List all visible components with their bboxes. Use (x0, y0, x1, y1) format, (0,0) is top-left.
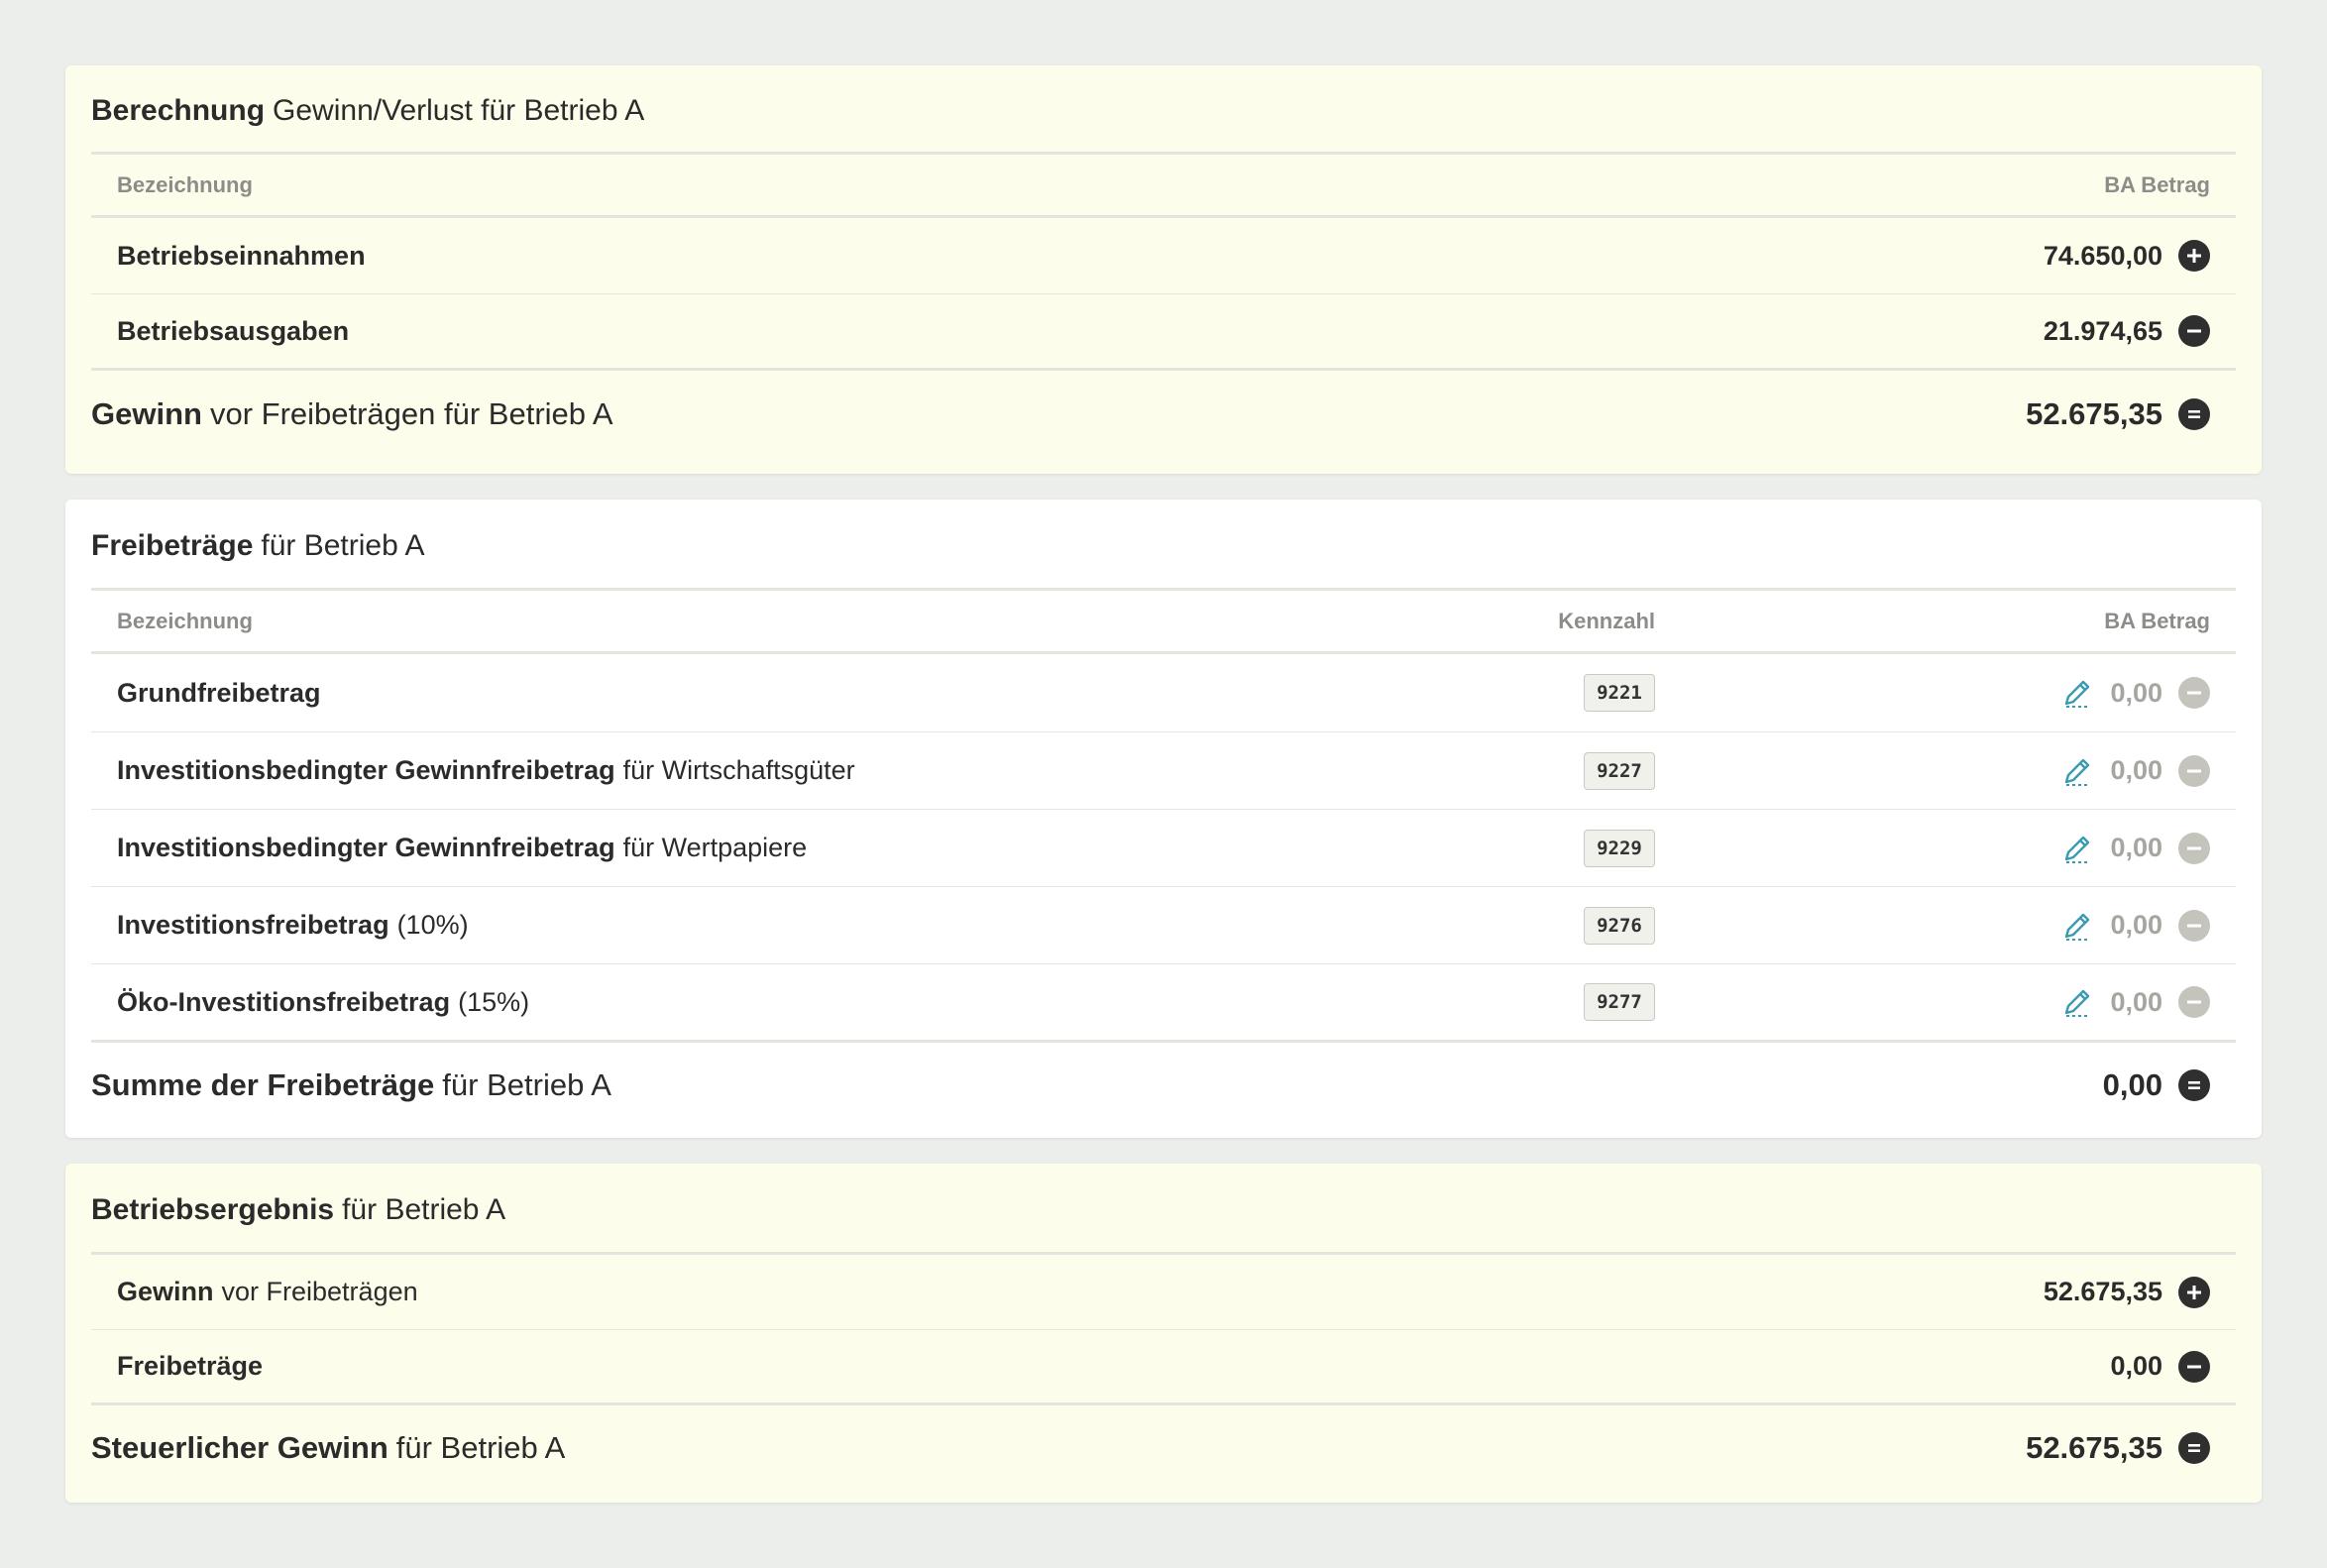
table-row: Investitionsfreibetrag (10%) 9276 0,00 (91, 887, 2236, 964)
sum-row: Gewinn vor Freibeträgen für Betrieb A 52… (91, 371, 2236, 458)
sum-row: Steuerlicher Gewinn für Betrieb A 52.675… (91, 1405, 2236, 1491)
minus-icon (2178, 754, 2210, 787)
row-amount: 0,00 (2110, 833, 2162, 862)
title-rest: für Betrieb A (342, 1192, 506, 1226)
calculation-card: Berechnung Gewinn/Verlust für Betrieb A … (65, 65, 2262, 474)
card-title: Betriebsergebnis für Betrieb A (91, 1164, 2236, 1255)
row-label-rest: (10%) (396, 910, 469, 940)
row-label-bold: Investitionsbedingter Gewinnfreibetrag (117, 755, 615, 785)
row-amount: 0,00 (2110, 677, 2162, 708)
title-rest: Gewinn/Verlust für Betrieb A (273, 93, 645, 127)
row-label-rest: für Wertpapiere (622, 833, 808, 862)
sum-label-rest: vor Freibeträgen für Betrieb A (209, 396, 613, 431)
row-label-rest: (15%) (458, 986, 530, 1017)
edit-pencil-icon[interactable] (2060, 832, 2094, 865)
plus-icon (2178, 240, 2210, 272)
table-row: Grundfreibetrag 9221 0,00 (91, 654, 2236, 732)
plus-icon (2178, 1276, 2210, 1308)
table-header: Bezeichnung BA Betrag (91, 155, 2236, 218)
kennzahl-badge: 9221 (1584, 674, 1655, 712)
minus-icon (2178, 677, 2210, 709)
row-amount: 74.650,00 (2043, 240, 2162, 271)
sum-row: Summe der Freibeträge für Betrieb A 0,00 (91, 1043, 2236, 1128)
kennzahl-badge: 9227 (1584, 751, 1655, 790)
row-label-bold: Grundfreibetrag (117, 677, 321, 708)
sum-amount: 52.675,35 (2026, 396, 2162, 431)
equals-icon (2178, 398, 2210, 430)
sum-amount: 52.675,35 (2026, 1430, 2162, 1465)
card-title: Freibeträge für Betrieb A (91, 500, 2236, 591)
minus-icon (2178, 909, 2210, 942)
kennzahl-badge: 9277 (1584, 983, 1655, 1021)
title-rest: für Betrieb A (261, 528, 425, 562)
minus-icon (2178, 986, 2210, 1018)
table-row: Investitionsbedingter Gewinnfreibetrag f… (91, 810, 2236, 887)
equals-icon (2178, 1069, 2210, 1101)
row-amount: 0,00 (2110, 910, 2162, 940)
sum-label-rest: für Betrieb A (395, 1430, 566, 1465)
edit-pencil-icon[interactable] (2060, 676, 2094, 710)
row-label-bold: Öko-Investitionsfreibetrag (117, 986, 451, 1017)
card-title: Berechnung Gewinn/Verlust für Betrieb A (91, 65, 2236, 155)
row-label: Betriebsausgaben (117, 315, 350, 346)
row-amount: 0,00 (2110, 1351, 2162, 1381)
kennzahl-badge: 9229 (1584, 829, 1655, 867)
result-card: Betriebsergebnis für Betrieb A Gewinn vo… (65, 1164, 2262, 1503)
title-bold: Freibeträge (91, 528, 254, 562)
row-amount: 52.675,35 (2043, 1277, 2162, 1306)
minus-icon (2178, 315, 2210, 347)
row-label: Betriebseinnahmen (117, 240, 366, 271)
row-label-bold: Gewinn (117, 1277, 214, 1306)
row-label-bold: Investitionsfreibetrag (117, 910, 389, 940)
sum-label-bold: Summe der Freibeträge (91, 1067, 435, 1102)
title-bold: Berechnung (91, 93, 266, 127)
table-row: Gewinn vor Freibeträgen 52.675,35 (91, 1255, 2236, 1330)
title-bold: Betriebsergebnis (91, 1192, 335, 1226)
edit-pencil-icon[interactable] (2060, 754, 2094, 788)
table-row: Betriebsausgaben 21.974,65 (91, 294, 2236, 371)
row-amount: 0,00 (2110, 986, 2162, 1017)
column-header-name: Bezeichnung (117, 608, 253, 633)
column-header-kennzahl: Kennzahl (1558, 608, 1655, 633)
sum-amount: 0,00 (2102, 1067, 2162, 1102)
edit-pencil-icon[interactable] (2060, 909, 2094, 943)
table-row: Investitionsbedingter Gewinnfreibetrag f… (91, 732, 2236, 810)
minus-icon (2178, 832, 2210, 864)
row-amount: 0,00 (2110, 755, 2162, 785)
sum-label-rest: für Betrieb A (442, 1067, 611, 1102)
column-header-amount: BA Betrag (2104, 608, 2210, 633)
row-label-bold: Investitionsbedingter Gewinnfreibetrag (117, 833, 615, 862)
row-label-rest: vor Freibeträgen (221, 1277, 418, 1306)
table-row: Freibeträge 0,00 (91, 1330, 2236, 1405)
edit-pencil-icon[interactable] (2060, 985, 2094, 1019)
table-header: Bezeichnung Kennzahl BA Betrag (91, 591, 2236, 654)
column-header-amount: BA Betrag (2104, 171, 2210, 197)
minus-icon (2178, 1350, 2210, 1383)
sum-label-bold: Steuerlicher Gewinn (91, 1430, 388, 1465)
allowances-card: Freibeträge für Betrieb A Bezeichnung Ke… (65, 500, 2262, 1138)
table-row: Öko-Investitionsfreibetrag (15%) 9277 0,… (91, 964, 2236, 1043)
row-label-bold: Freibeträge (117, 1351, 264, 1381)
table-row: Betriebseinnahmen 74.650,00 (91, 218, 2236, 294)
sum-label-bold: Gewinn (91, 396, 202, 431)
column-header-name: Bezeichnung (117, 171, 253, 197)
row-label-rest: für Wirtschaftsgüter (622, 755, 855, 785)
equals-icon (2178, 1432, 2210, 1464)
row-amount: 21.974,65 (2043, 315, 2162, 346)
kennzahl-badge: 9276 (1584, 906, 1655, 945)
